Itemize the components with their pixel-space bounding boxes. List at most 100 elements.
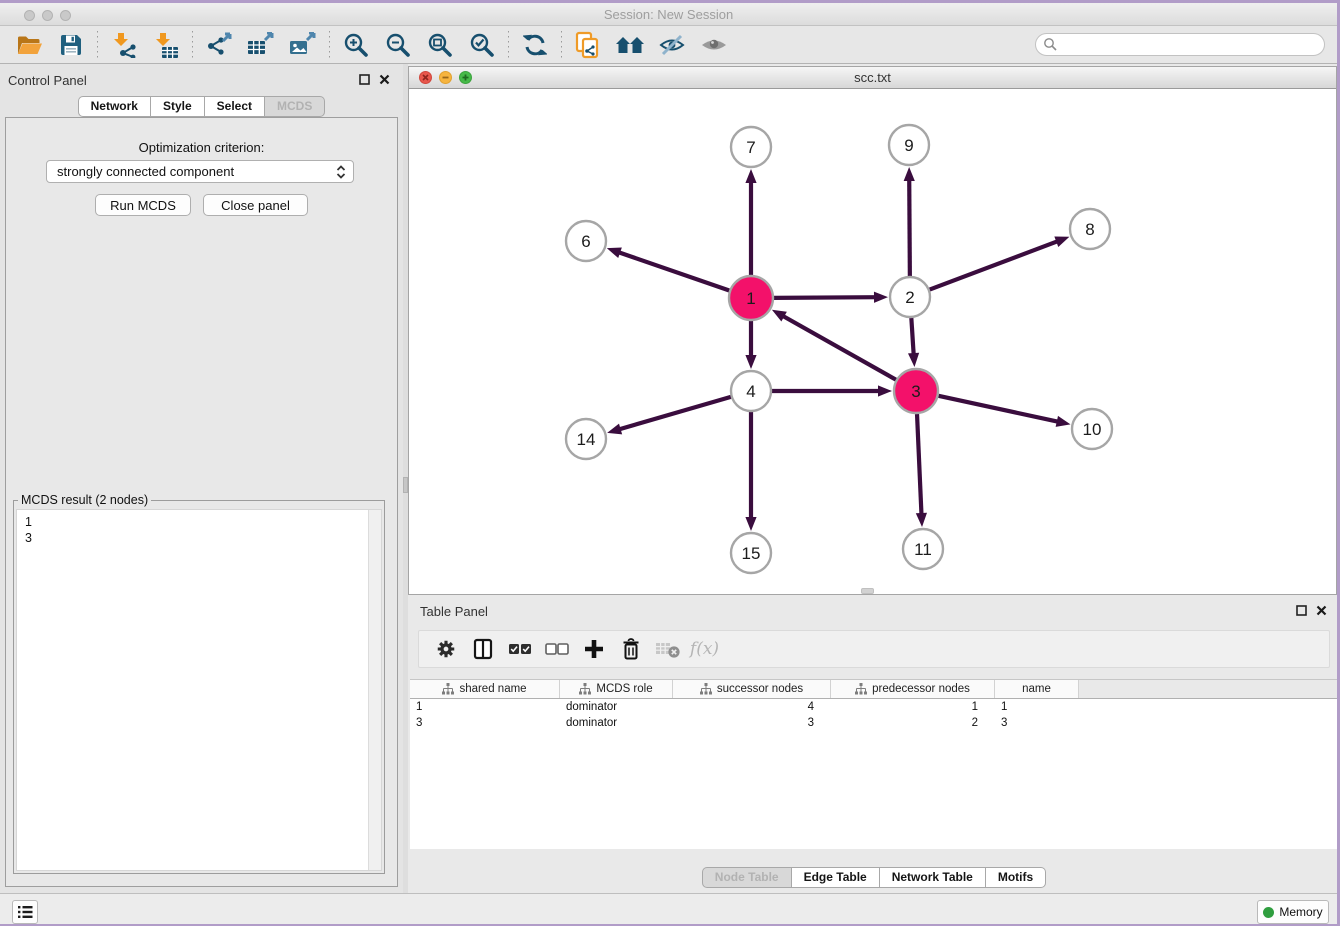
column-header-successor-nodes[interactable]: successor nodes	[673, 680, 831, 698]
column-header-label: MCDS role	[596, 683, 652, 695]
memory-status-icon	[1263, 907, 1274, 918]
network-view[interactable]: 7968124314101511	[409, 89, 1336, 594]
show-columns-icon[interactable]	[464, 634, 501, 664]
column-header-name[interactable]: name	[995, 680, 1079, 698]
graph-edge-3-10[interactable]	[938, 396, 1059, 422]
import-network-icon[interactable]	[103, 29, 145, 61]
graph-arrowhead-4-3	[878, 385, 892, 396]
table-row[interactable]: 3dominator323	[410, 715, 1338, 731]
table-cell[interactable]: 4	[673, 699, 831, 715]
export-network-icon[interactable]	[198, 29, 240, 61]
graph-node-label-9: 9	[904, 136, 913, 155]
search-input[interactable]	[1035, 33, 1325, 56]
table-cell[interactable]: 3	[673, 715, 831, 731]
table-cell[interactable]: 1	[831, 699, 995, 715]
import-table-icon[interactable]	[145, 29, 187, 61]
toolbar-separator	[508, 31, 509, 59]
table-toolbar: f(x)	[418, 630, 1330, 668]
run-mcds-button[interactable]: Run MCDS	[95, 194, 191, 216]
close-table-panel-icon[interactable]	[1315, 604, 1328, 617]
zoom-in-icon[interactable]	[335, 29, 377, 61]
graph-canvas[interactable]: 7968124314101511	[409, 89, 1336, 594]
graph-node-label-14: 14	[577, 430, 596, 449]
unselect-all-columns-icon[interactable]	[538, 634, 575, 664]
close-panel-button[interactable]: Close panel	[203, 194, 308, 216]
column-header-MCDS-role[interactable]: MCDS role	[560, 680, 673, 698]
control-panel: Control Panel Network Style Select MCDS …	[0, 64, 403, 893]
tab-edge-table[interactable]: Edge Table	[792, 867, 880, 888]
mcds-result-group: MCDS result (2 nodes) 1 3	[13, 493, 385, 874]
graph-edge-3-11[interactable]	[917, 414, 922, 516]
open-session-icon[interactable]	[8, 29, 50, 61]
table-cell[interactable]: 1	[995, 699, 1079, 715]
selected-option: strongly connected component	[57, 164, 234, 179]
graph-arrowhead-2-3	[908, 353, 919, 367]
graph-edge-1-2[interactable]	[774, 297, 877, 298]
zoom-out-icon[interactable]	[377, 29, 419, 61]
graph-node-label-10: 10	[1083, 420, 1102, 439]
tab-style[interactable]: Style	[151, 96, 205, 117]
graph-node-label-2: 2	[905, 288, 914, 307]
control-panel-tabs: Network Style Select MCDS	[0, 96, 403, 117]
mcds-result-list[interactable]: 1 3	[16, 509, 382, 871]
create-column-icon[interactable]	[575, 634, 612, 664]
float-table-panel-icon[interactable]	[1295, 604, 1308, 617]
table-cell[interactable]: 3	[995, 715, 1079, 731]
network-window-titlebar[interactable]: scc.txt	[409, 67, 1336, 89]
network-resize-handle[interactable]	[861, 588, 874, 594]
graph-edge-4-14[interactable]	[618, 397, 731, 430]
delete-table-icon[interactable]	[649, 634, 686, 664]
scrollbar-track[interactable]	[368, 510, 381, 870]
node-table: shared name MCDS role successor nodesprede…	[410, 679, 1338, 849]
column-header-shared-name[interactable]: shared name	[410, 680, 560, 698]
table-cell[interactable]: 2	[831, 715, 995, 731]
search-icon	[1043, 37, 1057, 51]
table-cell[interactable]: dominator	[560, 715, 673, 731]
task-history-button[interactable]	[12, 900, 38, 924]
export-table-icon[interactable]	[240, 29, 282, 61]
table-settings-gear-icon[interactable]	[427, 634, 464, 664]
graph-edge-1-6[interactable]	[617, 252, 729, 291]
mcds-panel: Optimization criterion: strongly connect…	[5, 117, 398, 887]
memory-button[interactable]: Memory	[1257, 900, 1329, 924]
save-session-icon[interactable]	[50, 29, 92, 61]
first-neighbors-icon[interactable]	[609, 29, 651, 61]
delete-column-icon[interactable]	[612, 634, 649, 664]
zoom-fit-icon[interactable]	[419, 29, 461, 61]
tab-motifs[interactable]: Motifs	[986, 867, 1046, 888]
tab-mcds[interactable]: MCDS	[265, 96, 325, 117]
select-all-columns-icon[interactable]	[501, 634, 538, 664]
graph-node-label-7: 7	[746, 138, 755, 157]
graph-edge-2-3[interactable]	[911, 318, 913, 356]
tab-network-table[interactable]: Network Table	[880, 867, 986, 888]
show-all-icon[interactable]	[693, 29, 735, 61]
toolbar-separator	[192, 31, 193, 59]
apply-layout-icon[interactable]	[514, 29, 556, 61]
table-cell[interactable]: dominator	[560, 699, 673, 715]
table-row[interactable]: 1dominator411	[410, 699, 1338, 715]
table-cell[interactable]: 3	[410, 715, 560, 731]
optimization-criterion-select[interactable]: strongly connected component	[46, 160, 354, 183]
table-panel-title: Table Panel	[420, 604, 488, 619]
graph-arrowhead-3-11	[916, 513, 927, 527]
tab-select[interactable]: Select	[205, 96, 265, 117]
graph-edge-2-8[interactable]	[930, 241, 1059, 290]
graph-edge-2-9[interactable]	[909, 178, 910, 276]
hide-selection-icon[interactable]	[651, 29, 693, 61]
float-panel-icon[interactable]	[358, 73, 371, 86]
network-window: scc.txt 7968124314101511	[408, 66, 1337, 595]
graph-arrowhead-3-1	[772, 310, 787, 322]
close-panel-icon[interactable]	[378, 73, 391, 86]
tab-network[interactable]: Network	[78, 96, 151, 117]
new-network-from-selection-icon[interactable]	[567, 29, 609, 61]
list-icon	[17, 905, 33, 919]
graph-edge-3-1[interactable]	[781, 315, 895, 380]
main-toolbar	[0, 26, 1337, 64]
column-header-predecessor-nodes[interactable]: predecessor nodes	[831, 680, 995, 698]
table-cell[interactable]: 1	[410, 699, 560, 715]
zoom-selected-icon[interactable]	[461, 29, 503, 61]
table-panel: Table Panel	[408, 595, 1340, 893]
function-builder-icon[interactable]: f(x)	[686, 634, 723, 664]
export-image-icon[interactable]	[282, 29, 324, 61]
tab-node-table[interactable]: Node Table	[702, 867, 792, 888]
